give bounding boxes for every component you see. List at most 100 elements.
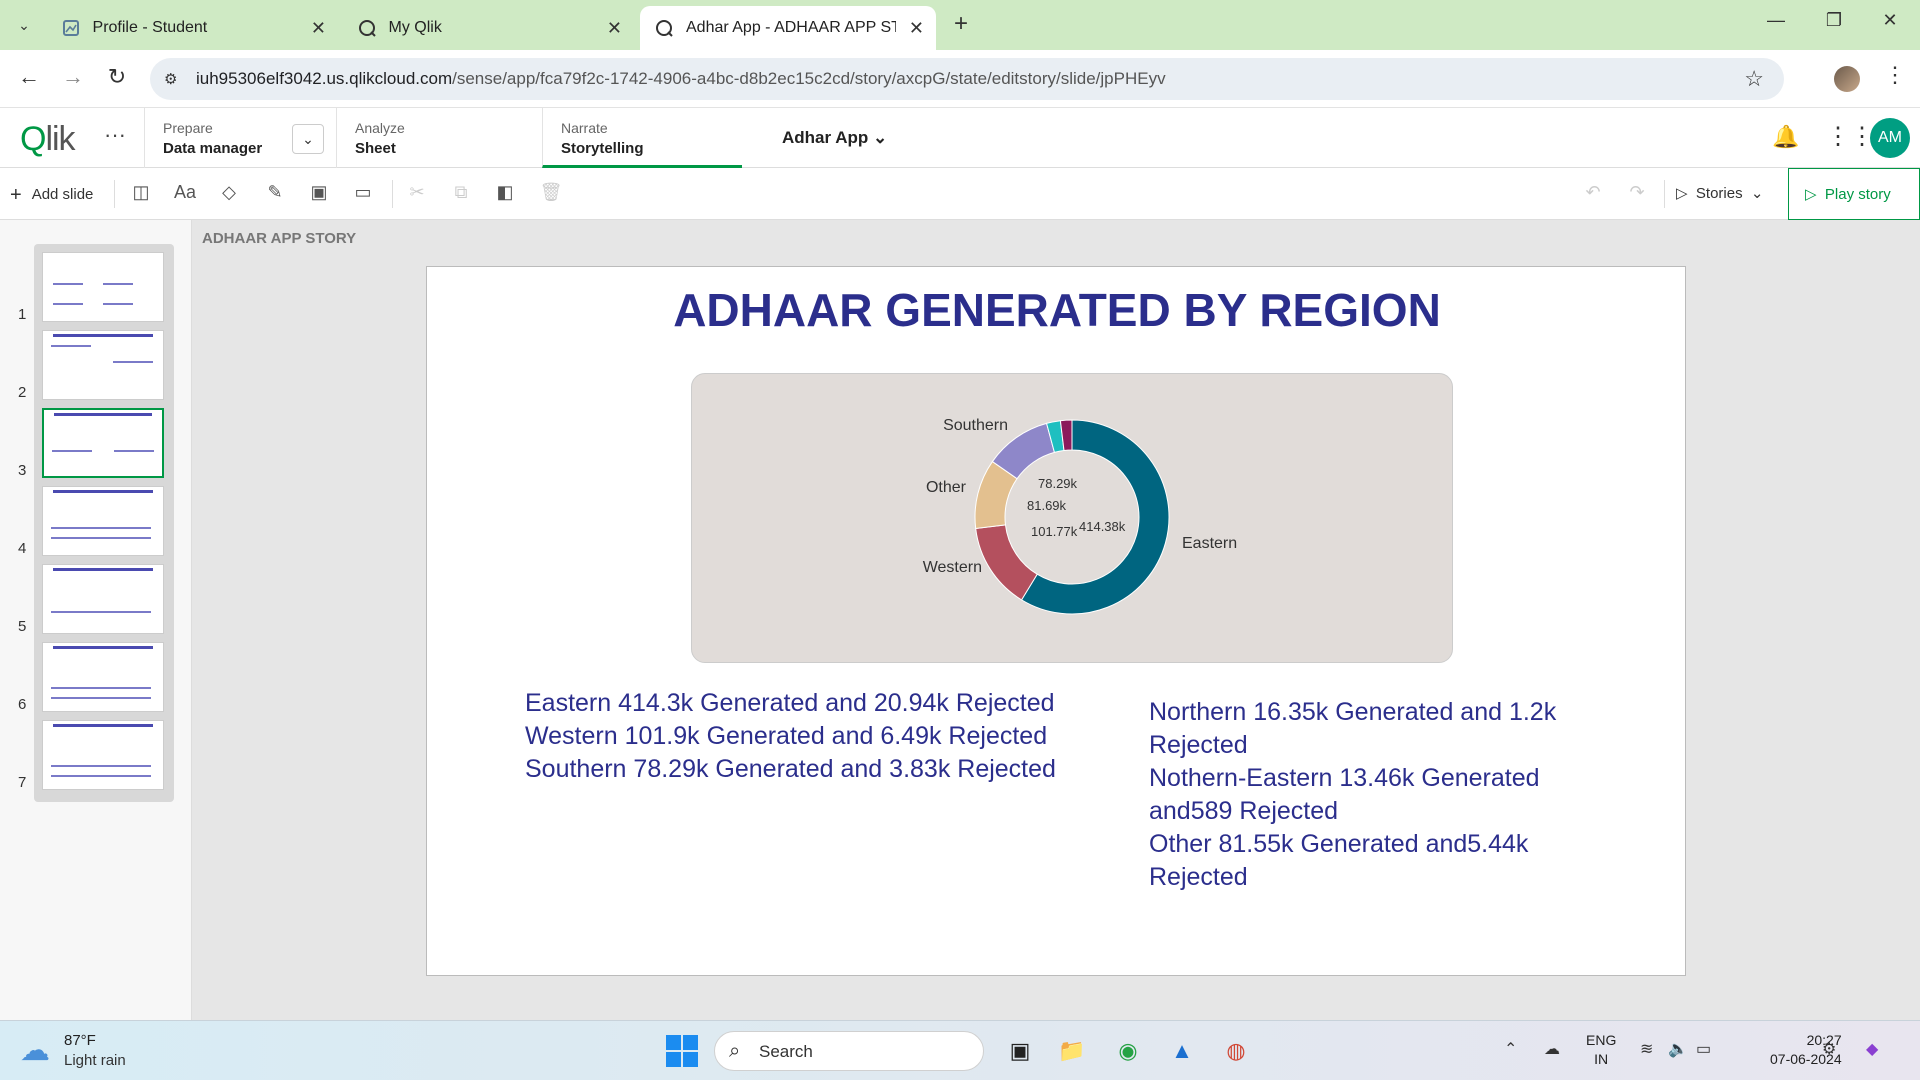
whatsapp-icon[interactable]: ◉ [1108, 1031, 1148, 1071]
effects-icon[interactable]: ✎ [262, 182, 288, 206]
file-explorer-icon[interactable]: 📁 [1052, 1031, 1092, 1071]
snapshot-icon[interactable]: ◫ [128, 182, 154, 206]
battery-icon[interactable]: ▭ [1696, 1039, 1711, 1059]
browser-menu-icon[interactable]: ⋮ [1884, 62, 1906, 88]
nav-narrate-small: Narrate [561, 120, 608, 136]
delete-icon[interactable]: 🗑 [538, 182, 564, 206]
copilot-icon[interactable]: ◆ [1866, 1039, 1878, 1059]
new-tab-icon[interactable]: + [944, 10, 978, 40]
more-options-icon[interactable]: ··· [104, 122, 126, 148]
slide-thumbnail-6[interactable] [42, 642, 164, 712]
thumb-text [103, 303, 133, 305]
thumb-text [51, 775, 151, 777]
slide-thumbnail-2[interactable] [42, 330, 164, 400]
play-story-button[interactable]: ▷ Play story [1788, 168, 1920, 220]
thumb-text [53, 303, 83, 305]
user-avatar[interactable]: AM [1870, 118, 1910, 158]
thumb-text [51, 345, 91, 347]
weather-rain-icon[interactable]: ☁ [20, 1033, 50, 1068]
slide-thumbnail-7[interactable] [42, 720, 164, 790]
tab-profile-student[interactable]: Profile - Student ✕ [48, 6, 338, 50]
wifi-icon[interactable]: ≋ [1640, 1039, 1653, 1059]
slide-title[interactable]: ADHAAR GENERATED BY REGION [427, 283, 1687, 337]
tab-search-chevron-icon[interactable]: ⌄ [6, 8, 42, 42]
taskbar-search[interactable]: ⌕ Search [714, 1031, 984, 1071]
task-view-icon[interactable]: ▣ [1000, 1031, 1040, 1071]
thumb-text [53, 283, 83, 285]
thumb-title [54, 413, 152, 416]
reload-icon[interactable]: ↻ [102, 64, 132, 90]
slice-value-label: 81.69k [1027, 498, 1067, 513]
stories-dropdown[interactable]: ▷ Stories ⌄ [1676, 184, 1764, 202]
text-line-northern: Northern 16.35k Generated and 1.2k Rejec… [1149, 698, 1557, 759]
slide-thumbnail-5[interactable] [42, 564, 164, 634]
site-settings-icon[interactable]: ⚙ [164, 70, 177, 88]
text-line-other: Other 81.55k Generated and5.44k Rejected [1149, 830, 1529, 891]
close-window-icon[interactable]: ✕ [1870, 10, 1910, 31]
shapes-icon[interactable]: ◇ [216, 182, 242, 206]
slide-thumbnail-1[interactable] [42, 252, 164, 322]
undo-icon[interactable]: ↶ [1580, 182, 1606, 206]
tab-label: My Qlik [388, 19, 442, 36]
image-icon[interactable]: ▣ [306, 182, 332, 206]
redo-icon[interactable]: ↷ [1624, 182, 1650, 206]
donut-slice-western [975, 524, 1038, 601]
forward-icon[interactable]: → [58, 64, 88, 90]
add-slide-button[interactable]: + Add slide [10, 184, 93, 207]
slice-value-label: 78.29k [1038, 476, 1078, 491]
nav-narrate[interactable]: Narrate Storytelling [542, 108, 742, 168]
nav-analyze[interactable]: Analyze Sheet [336, 108, 542, 168]
slide-number: 6 [18, 696, 27, 713]
cut-icon[interactable]: ✂ [404, 182, 430, 206]
tab-my-qlik[interactable]: My Qlik ✕ [344, 6, 634, 50]
url-input[interactable]: ⚙ iuh95306elf3042.us.qlikcloud.com/sense… [150, 58, 1784, 100]
browser-profile-avatar[interactable] [1834, 66, 1860, 92]
language-indicator[interactable]: ENG IN [1586, 1031, 1616, 1069]
app-title-dropdown[interactable]: Adhar App ⌄ [782, 128, 887, 148]
windows-start-icon[interactable] [666, 1035, 698, 1067]
notification-bell-icon[interactable]: 🔔 [1772, 124, 1799, 150]
close-tab-icon[interactable]: ✕ [909, 18, 924, 39]
volume-icon[interactable]: 🔈 [1668, 1039, 1688, 1059]
close-tab-icon[interactable]: ✕ [607, 18, 622, 39]
slide[interactable]: ADHAAR GENERATED BY REGION Eastern 414.38… [426, 266, 1686, 976]
text-right[interactable]: Northern 16.35k Generated and 1.2k Rejec… [1149, 696, 1609, 894]
minimize-icon[interactable]: — [1756, 10, 1796, 31]
photos-icon[interactable]: ▲ [1162, 1031, 1202, 1071]
thumbnail-list [34, 244, 174, 802]
browser-tab-bar: ⌄ Profile - Student ✕ My Qlik ✕ Adhar Ap… [0, 0, 1920, 50]
text-icon[interactable]: Aa [172, 182, 198, 206]
url-host: iuh95306elf3042.us.qlikcloud.com [196, 69, 453, 88]
copy-icon[interactable]: ⧉ [448, 182, 474, 206]
prepare-dropdown-icon[interactable]: ⌄ [292, 124, 324, 154]
slide-thumbnail-3[interactable] [42, 408, 164, 478]
tab-adhar-app[interactable]: Adhar App - ADHAAR APP STO ✕ [640, 6, 936, 50]
text-left[interactable]: Eastern 414.3k Generated and 20.94k Reje… [525, 687, 1065, 786]
slide-thumbnail-4[interactable] [42, 486, 164, 556]
media-icon[interactable]: ▭ [350, 182, 376, 206]
start-tile [666, 1035, 681, 1050]
chrome-icon[interactable]: ◍ [1216, 1031, 1256, 1071]
slide-number: 1 [18, 306, 27, 323]
donut-chart-snapshot[interactable]: Eastern 414.38k Western 101.77k Other 81.69k S… [691, 373, 1453, 663]
thumb-text [113, 361, 153, 363]
settings-gear-icon[interactable]: ⚙ [1822, 1039, 1836, 1059]
text-line-western: Western 101.9k Generated and 6.49k Rejec… [525, 722, 1048, 750]
thumb-text [51, 611, 151, 613]
qlik-logo[interactable]: Qlik [20, 120, 76, 159]
show-hidden-icons-icon[interactable]: ⌃ [1504, 1039, 1517, 1059]
start-tile [683, 1035, 698, 1050]
thumb-title [53, 724, 153, 727]
start-tile [683, 1052, 698, 1067]
story-canvas: ADHAAR APP STORY ADHAAR GENERATED BY REG… [192, 220, 1920, 1020]
onedrive-cloud-icon[interactable]: ☁ [1544, 1039, 1560, 1059]
arrange-icon[interactable]: ◧ [492, 182, 518, 206]
back-icon[interactable]: ← [14, 64, 44, 90]
search-label: Search [759, 1042, 813, 1061]
bookmark-star-icon[interactable]: ☆ [1744, 66, 1764, 92]
slice-value-label: 414.38k [1079, 519, 1126, 534]
restore-icon[interactable]: ❐ [1814, 10, 1854, 31]
close-tab-icon[interactable]: ✕ [311, 18, 326, 39]
tab-label: Profile - Student [92, 19, 208, 36]
thumb-title [53, 334, 153, 337]
